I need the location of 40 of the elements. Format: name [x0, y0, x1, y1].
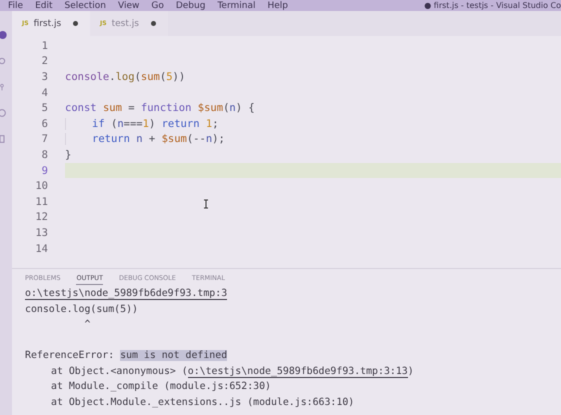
menu-item[interactable]: Go [151, 1, 164, 11]
line-number: 6 [40, 118, 48, 130]
window-title: ● first.js - testjs - Visual Studio Co [424, 1, 561, 11]
line-number: 14 [34, 242, 48, 255]
menu-item[interactable]: Edit [35, 1, 52, 11]
output-line: o:\testjs\node_5989fb6de9f93.tmp:3 [25, 288, 228, 300]
menu-item[interactable]: Debug [176, 1, 206, 11]
code-line: console.log(sum(5)) [65, 70, 186, 83]
line-number: 12 [34, 211, 48, 224]
line-number: 1 [40, 40, 48, 52]
output-line: console.log(sum(5)) [25, 304, 138, 315]
line-number: 8 [40, 148, 48, 161]
line-number: 11 [34, 196, 48, 208]
line-number: 10 [34, 180, 48, 192]
code-line: const sum = function $sum(n) { [65, 102, 255, 114]
tab-label: test.js [112, 18, 140, 28]
text-cursor-icon [203, 199, 209, 209]
unsaved-dot-icon [151, 21, 156, 26]
line-number: 5 [40, 102, 48, 114]
line-number: 4 [40, 86, 48, 99]
menu-item[interactable]: Terminal [217, 1, 256, 11]
menu-item[interactable]: Selection [64, 1, 106, 11]
output-line: at Object.Module._extensions..js (module.js:663:10) [51, 396, 354, 408]
line-number: 13 [34, 226, 48, 239]
output-line: ^ [83, 319, 90, 330]
line-number: 3 [40, 70, 48, 83]
unsaved-dot-icon [73, 21, 78, 26]
output-line: ReferenceError: sum is not defined [25, 350, 228, 362]
code-line: } [65, 148, 72, 161]
line-number: 7 [40, 133, 48, 146]
output-line: at Module._compile (module.js:652:30) [51, 381, 271, 392]
menu-item[interactable]: View [118, 1, 140, 11]
line-number: 2 [40, 55, 48, 68]
code-line: if (n===1) return 1; [65, 118, 219, 130]
menu-item[interactable]: Help [267, 1, 288, 11]
code-line: return n + $sum(--n); [65, 133, 225, 146]
line-number: 9 [40, 164, 48, 177]
output-line: at Object.<anonymous> (o:\testjs\node_5989fb6de9f93.tmp:3:13) [51, 366, 414, 377]
tab-label: first.js [34, 18, 62, 28]
menu-item[interactable]: File [8, 1, 24, 11]
